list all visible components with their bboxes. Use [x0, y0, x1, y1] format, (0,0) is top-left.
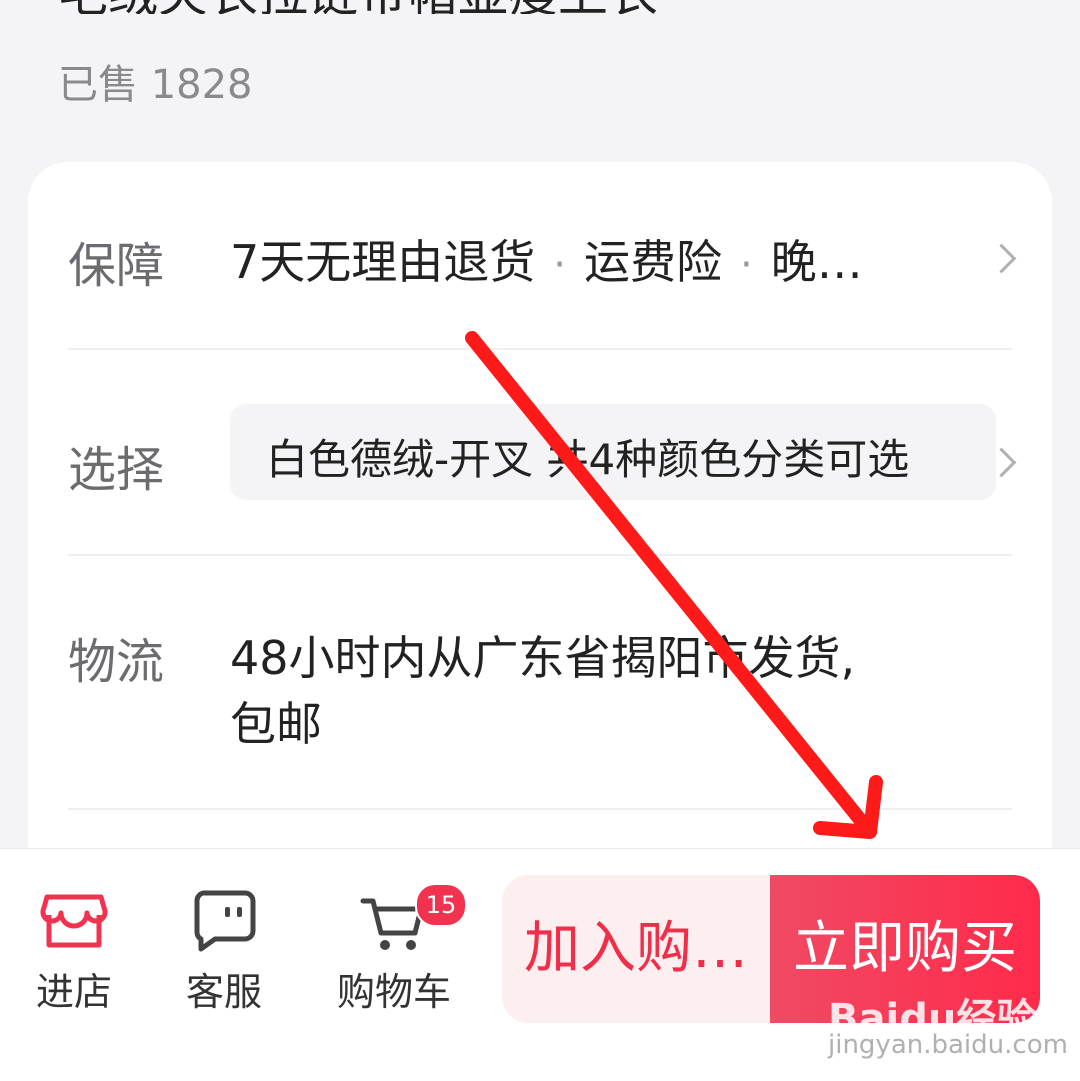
- cart-icon: 15: [359, 883, 467, 955]
- chat-icon: [189, 885, 259, 955]
- guarantee-items: 7天无理由退货 · 运费险 · 晚…: [230, 235, 863, 289]
- divider: [68, 808, 1012, 810]
- guarantee-item: 晚…: [770, 235, 863, 289]
- chevron-right-icon: [986, 243, 1017, 274]
- nav-cart-label: 购物车: [336, 970, 451, 1014]
- divider: [68, 348, 1012, 350]
- store-icon: [39, 885, 109, 955]
- nav-store-label: 进店: [35, 970, 112, 1014]
- nav-service-label: 客服: [185, 970, 262, 1014]
- logistics-row: 物流 48小时内从广东省揭阳市发货, 包邮: [68, 622, 1012, 762]
- add-to-cart-button[interactable]: 加入购…: [502, 875, 770, 1023]
- nav-cart[interactable]: 15 购物车: [324, 883, 467, 1016]
- product-info-card: 保障 7天无理由退货 · 运费险 · 晚… 选择 白色德绒-开叉 共4种颜色分类可选 物…: [28, 162, 1052, 922]
- guarantee-item: 运费险: [584, 235, 722, 289]
- watermark-url: jingyan.baidu.com: [828, 1030, 1068, 1060]
- guarantee-label: 保障: [68, 238, 165, 294]
- logistics-label: 物流: [68, 634, 165, 690]
- nav-service[interactable]: 客服: [154, 885, 294, 1016]
- sku-value: 白色德绒-开叉 共4种颜色分类可选: [266, 435, 910, 484]
- nav-store[interactable]: 进店: [4, 885, 144, 1016]
- divider: [68, 554, 1012, 556]
- sku-chip[interactable]: 白色德绒-开叉 共4种颜色分类可选: [230, 404, 996, 500]
- product-title: 毛绒夹衣拉链带帽显瘦上衣: [58, 0, 1038, 14]
- guarantee-item: 7天无理由退货: [230, 235, 536, 289]
- logistics-line: 48小时内从广东省揭阳市发货,: [230, 631, 856, 685]
- guarantee-row[interactable]: 保障 7天无理由退货 · 运费险 · 晚…: [68, 226, 1017, 296]
- logistics-line: 包邮: [230, 697, 322, 751]
- select-label: 选择: [68, 442, 165, 498]
- cart-count-badge: 15: [415, 883, 467, 927]
- select-row[interactable]: 选择 白色德绒-开叉 共4种颜色分类可选: [68, 404, 1017, 500]
- sold-count: 已售 1828: [58, 62, 253, 108]
